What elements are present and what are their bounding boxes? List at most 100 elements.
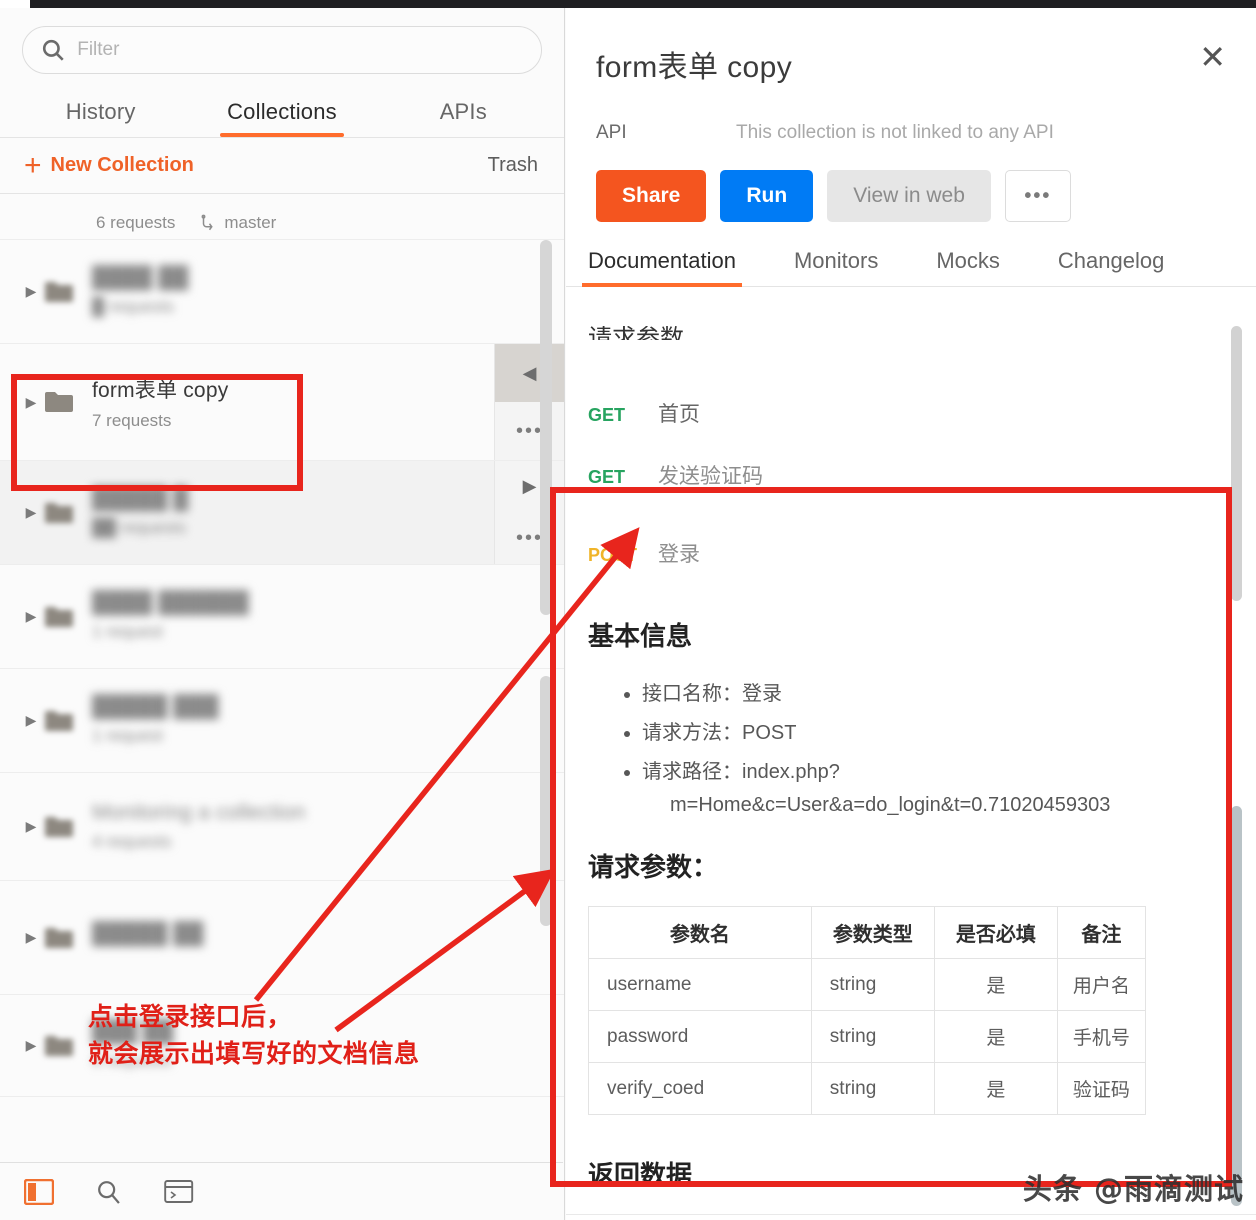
postman-window: History Collections APIs + New Collectio… [0, 0, 1256, 1220]
folder-icon [44, 501, 86, 525]
row-more-button[interactable]: ••• [494, 402, 564, 460]
list-item-title: form表单 copy [92, 374, 552, 404]
search-box[interactable] [22, 26, 542, 74]
table-row: password string 是 手机号 [589, 1011, 1146, 1063]
close-icon[interactable]: ✕ [1199, 44, 1226, 70]
list-item[interactable]: ▶ ████ ██ █ requests [0, 240, 564, 344]
list-item[interactable]: ▶ █████ ███ 1 request [0, 669, 564, 773]
doc-scrollbar-thumb-lower[interactable] [1231, 806, 1242, 1206]
list-item-sub: ██ requests [92, 518, 552, 538]
new-collection-label: New Collection [51, 154, 194, 177]
chevron-right-icon[interactable]: ▶ [18, 712, 44, 729]
cell-required: 是 [934, 1063, 1057, 1115]
new-collection-button[interactable]: + New Collection [24, 154, 194, 177]
chevron-right-icon[interactable]: ▶ [18, 283, 44, 300]
tab-history[interactable]: History [10, 99, 191, 137]
panel-header: form表单 copy ✕ API This collection is not… [566, 8, 1256, 222]
caret-right-icon: ▶ [523, 476, 537, 497]
sidebar: History Collections APIs + New Collectio… [0, 8, 565, 1220]
method-badge: GET [588, 467, 634, 488]
panel-actions: Share Run View in web ••• [596, 170, 1222, 222]
col-remark: 备注 [1057, 907, 1145, 959]
sidebar-scrollbar-thumb-upper[interactable] [540, 240, 552, 615]
list-item-partial[interactable]: 6 requests master [0, 198, 564, 240]
list-item[interactable]: ▶ ████ ██████ 1 request [0, 565, 564, 669]
list-item[interactable]: ▶ Monitoring a collection 4 requests [0, 773, 564, 881]
list-item-sub: 7 requests [92, 411, 552, 431]
list-item-text: Monitoring a collection 4 requests [86, 801, 552, 852]
chevron-right-icon[interactable]: ▶ [18, 394, 44, 411]
chevron-right-icon[interactable]: ▶ [18, 929, 44, 946]
list-item-form-copy[interactable]: ▶ form表单 copy 7 requests ◀ ••• [0, 344, 564, 461]
sidebar-scrollbar-thumb[interactable] [540, 676, 552, 926]
cell-param-type: string [811, 959, 934, 1011]
params-heading: 请求参数： [566, 817, 1256, 884]
branch-name: master [224, 213, 276, 233]
collections-list[interactable]: 6 requests master ▶ ████ ██ █ requests [0, 198, 564, 1160]
tab-monitors[interactable]: Monitors [788, 248, 884, 286]
list-item-sub: 1 request [92, 726, 552, 746]
tab-changelog[interactable]: Changelog [1052, 248, 1170, 286]
sidebar-toggle-icon[interactable] [22, 1177, 56, 1207]
search-input[interactable] [67, 39, 525, 61]
plus-icon: + [24, 157, 42, 175]
sidebar-tabs: History Collections APIs [0, 82, 564, 138]
cell-required: 是 [934, 959, 1057, 1011]
request-link-shouye[interactable]: GET 首页 [566, 380, 1256, 442]
method-badge: GET [588, 405, 634, 426]
chevron-right-icon[interactable]: ▶ [18, 504, 44, 521]
list-item-text: █████ ██ [86, 922, 552, 953]
more-options-button[interactable]: ••• [1005, 170, 1071, 222]
caret-left-icon: ◀ [523, 363, 537, 384]
branch-label: master [199, 213, 276, 233]
request-link-sendcode[interactable]: GET 发送验证码 [566, 442, 1256, 504]
folder-icon [44, 815, 86, 839]
console-icon[interactable] [162, 1177, 196, 1207]
row-actions: ▶ ••• [494, 461, 564, 564]
tab-mocks[interactable]: Mocks [930, 248, 1006, 286]
view-in-web-button[interactable]: View in web [827, 170, 991, 222]
clipped-heading: 请求参数 [566, 326, 1256, 340]
run-button[interactable]: Run [720, 170, 813, 222]
search-icon [39, 37, 67, 63]
request-params-table: 参数名 参数类型 是否必填 备注 username string 是 用户名 p… [588, 906, 1146, 1115]
cell-param-type: string [811, 1063, 934, 1115]
col-param-name: 参数名 [589, 907, 812, 959]
expand-row-button[interactable]: ▶ [494, 461, 564, 513]
list-item-title: ████ ██████ [92, 591, 552, 615]
row-actions: ◀ ••• [494, 344, 564, 460]
chevron-right-icon[interactable]: ▶ [18, 818, 44, 835]
filter-area [0, 8, 564, 82]
cell-remark: 验证码 [1057, 1063, 1145, 1115]
find-icon[interactable] [92, 1177, 126, 1207]
request-link-login[interactable]: POST 登录 [566, 504, 1256, 582]
chevron-right-icon[interactable]: ▶ [18, 608, 44, 625]
chevron-right-icon[interactable]: ▶ [18, 1037, 44, 1054]
list-item[interactable]: ▶ █████ █ ██ requests ▶ ••• [0, 461, 564, 565]
folder-icon [44, 605, 86, 629]
tab-apis[interactable]: APIs [373, 99, 554, 137]
cell-param-type: string [811, 1011, 934, 1063]
api-link-row: API This collection is not linked to any… [596, 122, 1222, 144]
tab-collections[interactable]: Collections [191, 99, 372, 137]
folder-icon [44, 390, 86, 414]
folder-icon [44, 709, 86, 733]
section-divider [566, 1214, 1256, 1215]
list-item[interactable]: ▶ ███ ██ 6 requests [0, 995, 564, 1097]
row-more-button[interactable]: ••• [494, 513, 564, 565]
trash-button[interactable]: Trash [488, 154, 538, 177]
tab-documentation[interactable]: Documentation [582, 248, 742, 286]
col-param-type: 参数类型 [811, 907, 934, 959]
documentation-content[interactable]: 请求参数 GET 首页 GET 发送验证码 POST 登录 基本信息 接口名称：… [566, 326, 1256, 1220]
list-item-title: █████ █ [92, 487, 552, 511]
share-button[interactable]: Share [596, 170, 706, 222]
folder-icon [44, 1034, 86, 1058]
collapse-sidebar-button[interactable]: ◀ [494, 344, 564, 402]
list-item-text: ████ ██████ 1 request [86, 591, 552, 642]
doc-scrollbar-thumb[interactable] [1231, 326, 1242, 601]
list-item-sub: █ requests [92, 297, 552, 317]
list-item: 请求路径：index.php? [642, 753, 1256, 792]
list-item[interactable]: ▶ █████ ██ [0, 881, 564, 995]
request-name: 登录 [658, 538, 700, 568]
list-item-title: ████ ██ [92, 266, 552, 290]
